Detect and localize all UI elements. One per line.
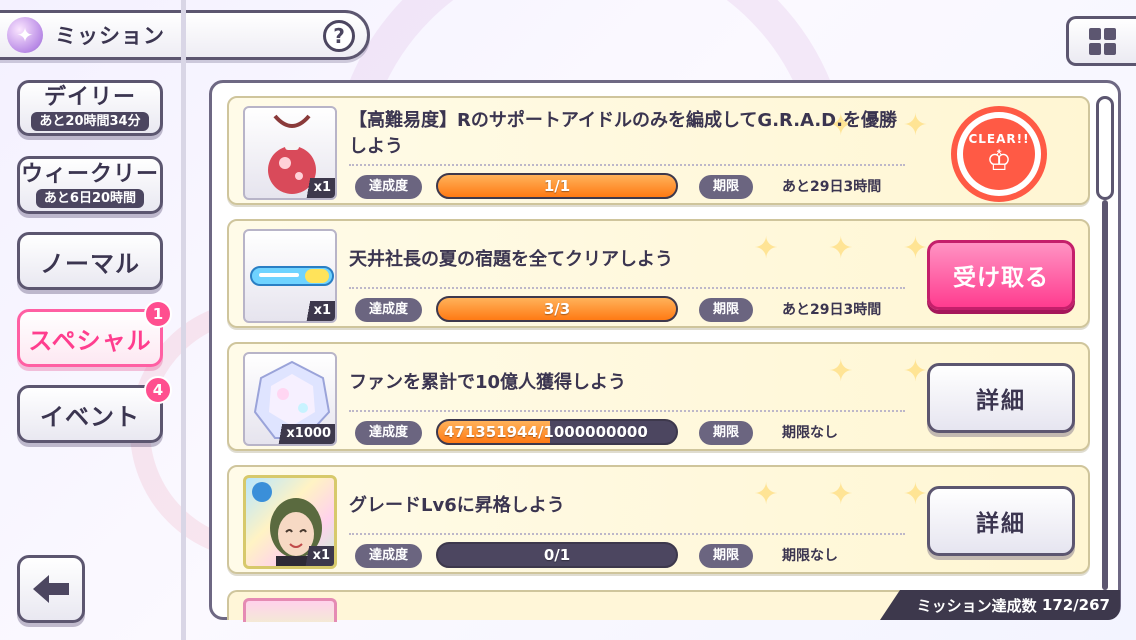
tab-remaining-time: あと20時間34分 [31, 111, 149, 131]
sidebar-divider [181, 0, 186, 640]
mission-achievement-count: ミッション達成数 172/267 [880, 590, 1120, 620]
divider [349, 164, 905, 166]
tab-daily[interactable]: デイリー あと20時間34分 [17, 80, 163, 136]
tab-label: ノーマル [40, 249, 140, 278]
progress-bar: 1/1 [436, 173, 678, 199]
progress-label: 達成度 [355, 175, 423, 199]
progress-text: 1/1 [543, 177, 571, 195]
tab-label: イベント [40, 402, 140, 431]
tab-label: スペシャル [28, 326, 152, 355]
progress-label: 達成度 [355, 298, 423, 322]
progress-current: 471351944 [444, 423, 538, 441]
deadline-value: 期限なし [782, 425, 838, 441]
reward-quantity: x1 [299, 301, 335, 321]
progress-text: 471351944/1000000000 [438, 421, 676, 443]
tab-event[interactable]: イベント 4 [17, 376, 172, 443]
reward-item-thumbnail[interactable]: x1 [243, 229, 337, 323]
mission-card: ✦ ✦ ✦ x1 天井社長の夏の宿題を全てクリアしよう 達成度 3/3 期限 あ… [227, 219, 1090, 328]
achievement-label: ミッション達成数 [916, 596, 1037, 615]
tab-weekly[interactable]: ウィークリー あと6日20時間 [17, 156, 163, 214]
deadline-value: 期限なし [782, 548, 838, 564]
mission-card: ✦ ✦ ✦ x1 グレードLv6に昇格しよう 達成度 0/1 期限 期限なし 詳… [227, 465, 1090, 574]
back-button[interactable] [17, 555, 85, 623]
reward-quantity: x1000 [272, 424, 335, 444]
progress-text: 3/3 [543, 300, 571, 318]
help-button[interactable]: ? [323, 20, 355, 52]
deadline-label: 期限 [699, 298, 754, 322]
receive-button[interactable]: 受け取る [927, 240, 1075, 310]
achievement-value: 172/267 [1041, 596, 1110, 614]
reward-item-thumbnail[interactable]: x1 [243, 106, 337, 200]
deadline-label: 期限 [699, 175, 754, 199]
tab-label: ウィークリー [20, 161, 159, 187]
notification-badge: 4 [144, 376, 172, 404]
progress-bar: 3/3 [436, 296, 678, 322]
tab-normal[interactable]: ノーマル [17, 232, 163, 290]
detail-button[interactable]: 詳細 [927, 363, 1075, 433]
grid-icon [1089, 27, 1116, 55]
clear-stamp-inner: CLEAR!! ♔ [963, 118, 1035, 190]
detail-button[interactable]: 詳細 [927, 486, 1075, 556]
divider [349, 410, 905, 412]
tab-remaining-time: あと6日20時間 [35, 188, 145, 208]
reward-item-thumbnail[interactable]: x1000 [243, 352, 337, 446]
deadline-value: あと29日3時間 [782, 302, 882, 318]
deadline-label: 期限 [699, 544, 754, 568]
mission-title: グレードLv6に昇格しよう [349, 495, 565, 516]
progress-label: 達成度 [355, 421, 423, 445]
divider [349, 287, 905, 289]
progress-bar: 471351944/1000000000 [436, 419, 678, 445]
notification-badge: 1 [144, 300, 172, 328]
scrollbar-thumb[interactable] [1096, 96, 1114, 200]
reward-idol-thumbnail [243, 598, 337, 622]
mission-card: ✦ ✦ x1 【高難易度】Rのサポートアイドルのみを編成してG.R.A.D.を優… [227, 96, 1090, 205]
reward-quantity: x1 [298, 546, 334, 566]
menu-grid-button[interactable] [1066, 16, 1136, 66]
reward-quantity: x1 [299, 178, 335, 198]
mission-title: 天井社長の夏の宿題を全てクリアしよう [349, 249, 673, 270]
progress-total: /1000000000 [537, 423, 648, 441]
swan-icon: ♔ [986, 144, 1012, 177]
mission-title: 【高難易度】Rのサポートアイドルのみを編成してG.R.A.D.を優勝しよう [349, 110, 897, 157]
scrollbar-track[interactable] [1102, 200, 1108, 590]
progress-bar: 0/1 [436, 542, 678, 568]
reward-idol-thumbnail[interactable]: x1 [243, 475, 337, 569]
tab-special[interactable]: スペシャル 1 [17, 300, 172, 367]
deadline-label: 期限 [699, 421, 754, 445]
page-title: ミッション [55, 24, 165, 48]
deadline-value: あと29日3時間 [782, 179, 882, 195]
progress-label: 達成度 [355, 544, 423, 568]
back-arrow-icon [33, 575, 69, 603]
mission-title: ファンを累計で10億人獲得しよう [349, 372, 627, 393]
clear-stamp: CLEAR!! ♔ [951, 106, 1047, 202]
mission-card: ✦ ✦ x1000 ファンを累計で10億人獲得しよう 達成度 471351944… [227, 342, 1090, 451]
tab-label: デイリー [43, 84, 136, 110]
mission-icon: ✦ [7, 17, 43, 53]
divider [349, 533, 905, 535]
progress-text: 0/1 [543, 546, 571, 564]
